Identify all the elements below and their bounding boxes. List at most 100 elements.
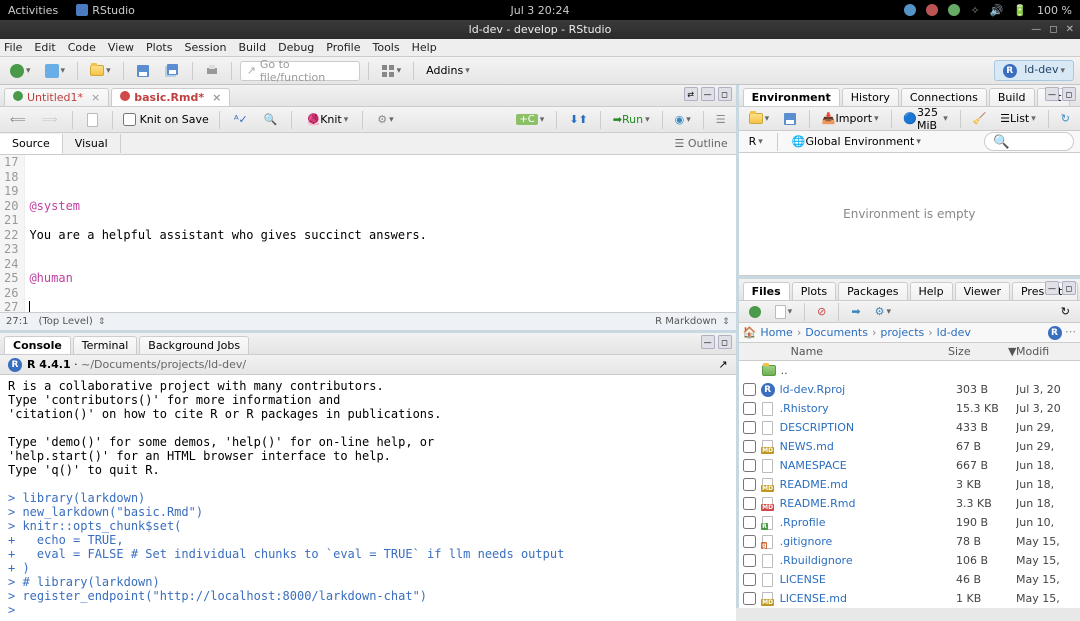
file-name[interactable]: LICENSE (780, 573, 956, 586)
maximize-pane-button[interactable]: ◻ (1062, 281, 1076, 295)
file-select-checkbox[interactable] (743, 383, 756, 396)
print-button[interactable] (201, 62, 223, 80)
maximize-pane-button[interactable]: ◻ (718, 87, 732, 101)
file-name[interactable]: DESCRIPTION (780, 421, 956, 434)
memory-indicator[interactable]: 🔵 325 MiB▾ (899, 104, 951, 134)
visual-tab[interactable]: Visual (63, 134, 121, 153)
breadcrumb-link[interactable]: Documents (805, 326, 868, 339)
menu-tools[interactable]: Tools (372, 41, 399, 54)
outline-button[interactable]: ☰ Outline (674, 137, 735, 150)
file-row[interactable]: NEWS.md67 BJun 29, (739, 437, 1080, 456)
file-row[interactable]: .gitignore78 BMay 15, (739, 532, 1080, 551)
file-name[interactable]: .Rprofile (780, 516, 956, 529)
forward-button[interactable]: ⟹ (38, 111, 62, 128)
knit-button[interactable]: 🧶 Knit▾ (302, 111, 352, 128)
app-indicator[interactable]: RStudio (76, 4, 135, 17)
rename-button[interactable]: ➡ (847, 303, 864, 320)
tab-background-jobs[interactable]: Background Jobs (139, 336, 249, 354)
save-all-button[interactable] (160, 62, 184, 80)
tab-terminal[interactable]: Terminal (73, 336, 138, 354)
status-icon[interactable] (926, 4, 938, 16)
file-list[interactable]: ..Rld-dev.Rproj303 BJul 3, 20.Rhistory15… (739, 361, 1080, 608)
menu-build[interactable]: Build (238, 41, 266, 54)
console-popout-button[interactable]: ↗ (718, 358, 727, 371)
close-tab-button[interactable]: × (91, 91, 100, 104)
tab-packages[interactable]: Packages (838, 282, 907, 300)
maximize-button[interactable]: ◻ (1049, 24, 1057, 35)
clear-workspace-button[interactable]: 🧹 (968, 110, 990, 127)
file-select-checkbox[interactable] (743, 478, 756, 491)
tools-grid-button[interactable]: ▾ (377, 62, 406, 80)
run-button[interactable]: ➡ Run▾ (609, 111, 654, 128)
scope-indicator[interactable]: (Top Level) ⇕ (38, 316, 105, 327)
file-row[interactable]: .Rhistory15.3 KBJul 3, 20 (739, 399, 1080, 418)
file-select-checkbox[interactable] (743, 554, 756, 567)
file-select-checkbox[interactable] (743, 440, 756, 453)
outline-toggle-button[interactable]: ☰ (712, 111, 730, 128)
file-select-checkbox[interactable] (743, 516, 756, 529)
file-row[interactable]: .Rprofile190 BJun 10, (739, 513, 1080, 532)
file-row[interactable]: LICENSE.md1 KBMay 15, (739, 589, 1080, 608)
import-button[interactable]: 📥 Import▾ (818, 110, 883, 127)
refresh-files-button[interactable]: ↻ (1057, 303, 1074, 320)
menu-debug[interactable]: Debug (278, 41, 314, 54)
tab-history[interactable]: History (842, 88, 899, 106)
save-workspace-button[interactable] (779, 110, 801, 128)
addins-button[interactable]: Addins▾ (422, 62, 474, 79)
file-row[interactable]: NAMESPACE667 BJun 18, (739, 456, 1080, 475)
editor-tab[interactable]: basic.Rmd*× (111, 88, 230, 106)
file-select-checkbox[interactable] (743, 459, 756, 472)
console-output[interactable]: R is a collaborative project with many c… (0, 375, 736, 621)
refresh-button[interactable]: ↻ (1057, 110, 1074, 127)
env-search-input[interactable] (984, 132, 1074, 151)
file-row[interactable]: .Rbuildignore106 BMay 15, (739, 551, 1080, 570)
file-name[interactable]: .Rhistory (780, 402, 956, 415)
menu-code[interactable]: Code (68, 41, 96, 54)
more-button[interactable]: ⚙▾ (871, 303, 895, 320)
back-button[interactable]: ⟸ (6, 111, 30, 128)
tab-connections[interactable]: Connections (901, 88, 987, 106)
file-name[interactable]: README.md (780, 478, 956, 491)
view-mode-button[interactable]: ☰ List▾ (996, 110, 1040, 127)
load-workspace-button[interactable]: ▾ (745, 111, 774, 126)
tab-plots[interactable]: Plots (792, 282, 836, 300)
menu-help[interactable]: Help (412, 41, 437, 54)
sound-icon[interactable]: 🔊 (990, 4, 1004, 17)
spell-check-button[interactable]: ᴬ✓ (230, 111, 252, 128)
new-file-button[interactable]: ▾ (6, 62, 35, 80)
menu-edit[interactable]: Edit (34, 41, 55, 54)
file-select-checkbox[interactable] (743, 535, 756, 548)
file-row[interactable]: DESCRIPTION433 BJun 29, (739, 418, 1080, 437)
minimize-pane-button[interactable]: — (701, 87, 715, 101)
file-select-checkbox[interactable] (743, 402, 756, 415)
file-row-parent[interactable]: .. (739, 361, 1080, 380)
save-button[interactable] (132, 62, 154, 80)
file-select-checkbox[interactable] (743, 592, 756, 605)
menu-profile[interactable]: Profile (326, 41, 360, 54)
tab-build[interactable]: Build (989, 88, 1035, 106)
tab-console[interactable]: Console (4, 336, 71, 354)
file-name[interactable]: ld-dev.Rproj (780, 383, 956, 396)
find-button[interactable]: 🔍 (260, 111, 282, 128)
source-tab[interactable]: Source (0, 134, 63, 154)
file-name[interactable]: NAMESPACE (780, 459, 956, 472)
minimize-pane-button[interactable]: — (1045, 87, 1059, 101)
close-tab-button[interactable]: × (212, 91, 221, 104)
run-previous-button[interactable]: ⬇⬆ (565, 111, 591, 128)
language-indicator[interactable]: R Markdown ⇕ (655, 316, 730, 327)
minimize-pane-button[interactable]: — (701, 335, 715, 349)
status-icon[interactable] (904, 4, 916, 16)
menu-view[interactable]: View (108, 41, 134, 54)
new-folder-button[interactable] (745, 304, 765, 320)
breadcrumb-link[interactable]: projects (880, 326, 924, 339)
close-button[interactable]: ✕ (1066, 24, 1074, 35)
minimize-button[interactable]: — (1031, 24, 1041, 35)
file-select-checkbox[interactable] (743, 573, 756, 586)
open-file-button[interactable]: ▾ (86, 63, 115, 78)
tab-files[interactable]: Files (743, 282, 790, 300)
file-row[interactable]: README.Rmd3.3 KBJun 18, (739, 494, 1080, 513)
new-file-button[interactable]: ▾ (771, 303, 797, 321)
language-scope[interactable]: R▾ (745, 133, 767, 150)
minimize-pane-button[interactable]: — (1045, 281, 1059, 295)
menu-plots[interactable]: Plots (146, 41, 172, 54)
